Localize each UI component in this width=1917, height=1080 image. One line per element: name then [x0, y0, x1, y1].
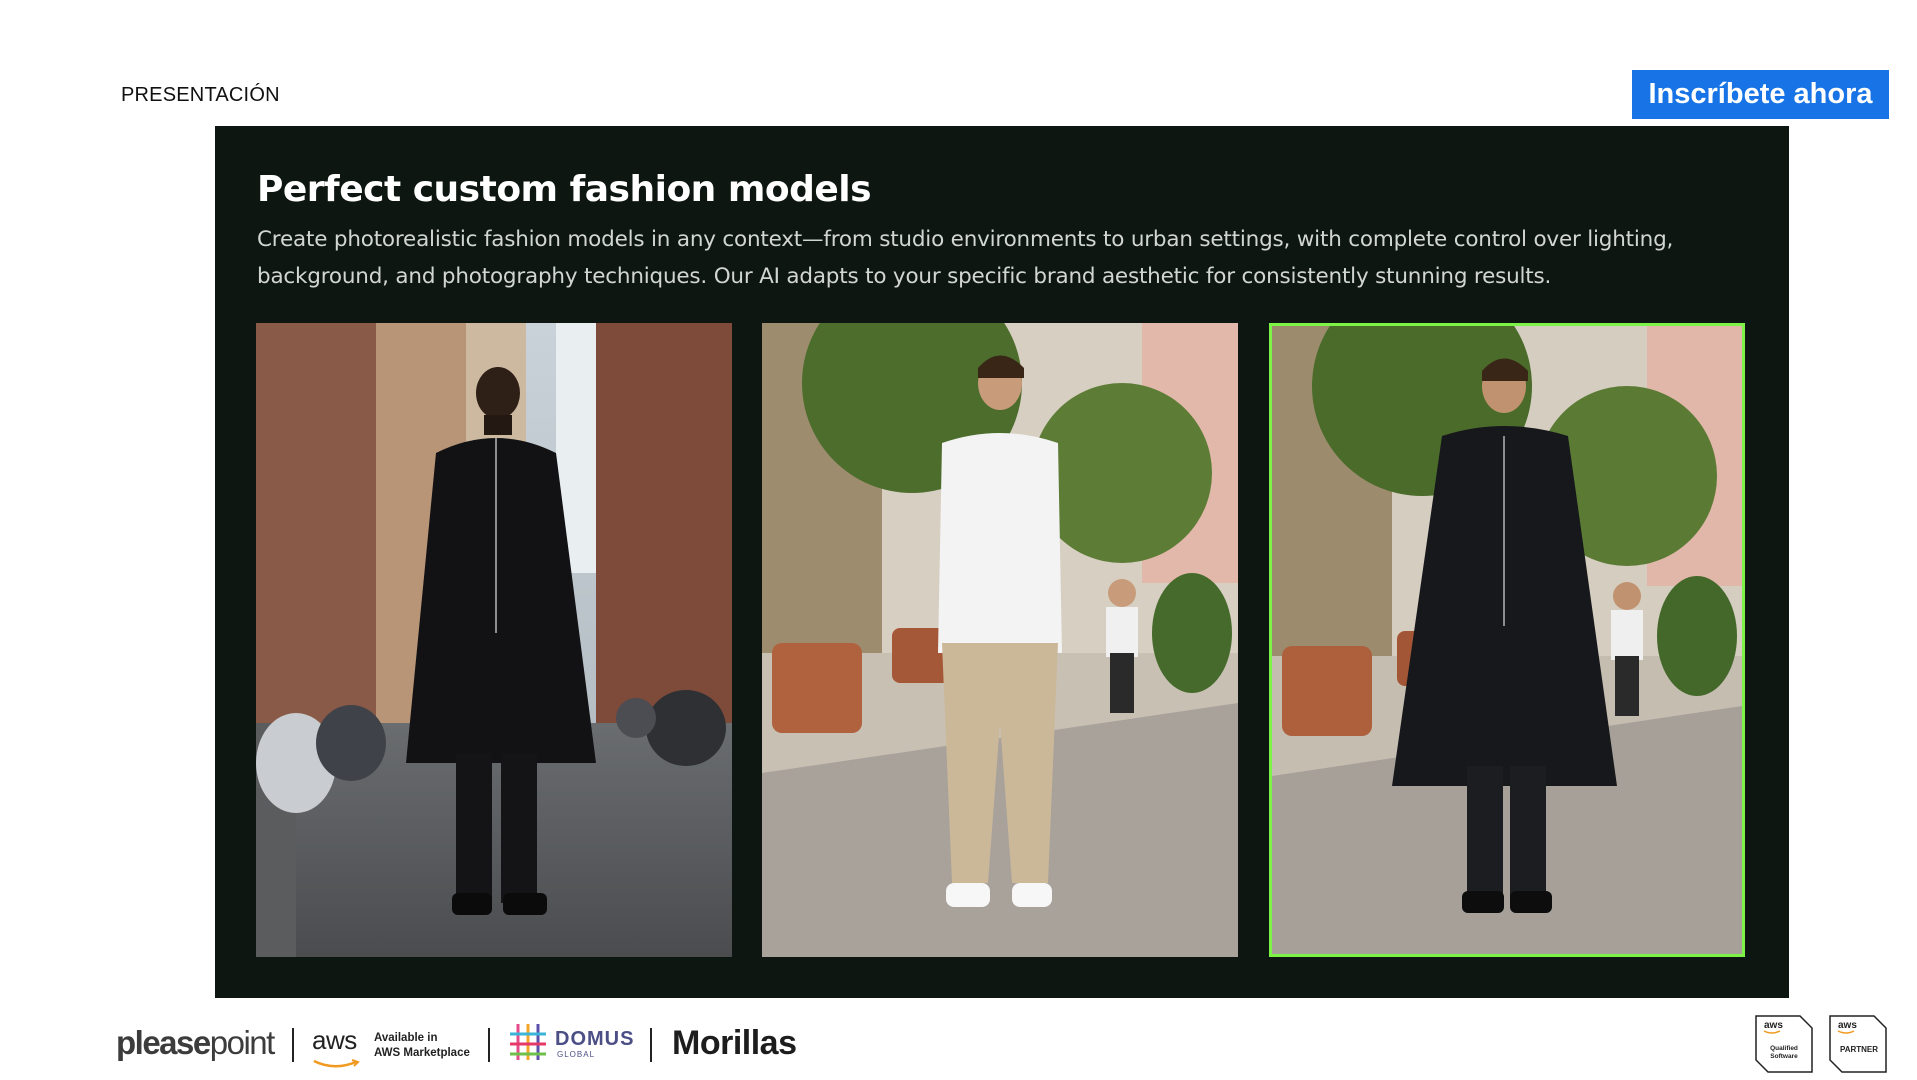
- aws-qualified-software-badge: aws Qualified Software: [1755, 1015, 1813, 1073]
- aws-marketplace-text: Available in AWS Marketplace: [374, 1032, 470, 1059]
- photo-sunny-sidewalk-image: [762, 323, 1238, 957]
- fashion-model-photo-2[interactable]: [762, 323, 1238, 957]
- slide-panel: Perfect custom fashion models Create pho…: [215, 126, 1789, 998]
- svg-text:PARTNER: PARTNER: [1840, 1045, 1878, 1054]
- footer-logos: pleasepoint aws Available in AWS Marketp…: [0, 1012, 1917, 1080]
- domus-subtext: GLOBAL: [557, 1050, 596, 1059]
- photo-sidewalk-coat-image: [1272, 326, 1742, 954]
- pleasepoint-logo: pleasepoint: [116, 1024, 275, 1061]
- svg-text:aws: aws: [1838, 1020, 1857, 1031]
- morillas-logo: Morillas: [672, 1024, 797, 1062]
- fashion-model-photo-1[interactable]: [256, 323, 732, 957]
- logo-divider: [650, 1028, 652, 1062]
- aws-partner-badge: aws PARTNER: [1829, 1015, 1887, 1073]
- photo-city-street-image: [256, 323, 732, 957]
- logo-divider: [292, 1028, 294, 1062]
- aws-marketplace-logo: aws: [312, 1025, 362, 1074]
- domus-wordmark: DOMUS: [555, 1028, 635, 1050]
- svg-text:Software: Software: [1770, 1053, 1798, 1060]
- section-label: PRESENTACIÓN: [121, 84, 280, 106]
- slide-description: Create photorealistic fashion models in …: [257, 227, 1674, 289]
- fashion-model-photo-3-selected[interactable]: [1269, 323, 1745, 957]
- svg-text:aws: aws: [1764, 1020, 1783, 1031]
- slide-title: Perfect custom fashion models: [257, 169, 872, 210]
- logo-divider: [488, 1028, 490, 1062]
- signup-button[interactable]: Inscríbete ahora: [1632, 70, 1889, 119]
- aws-wordmark: aws: [312, 1025, 357, 1055]
- domus-global-icon: [510, 1024, 546, 1060]
- svg-text:Qualified: Qualified: [1770, 1045, 1798, 1052]
- aws-smile-icon: [313, 1059, 360, 1068]
